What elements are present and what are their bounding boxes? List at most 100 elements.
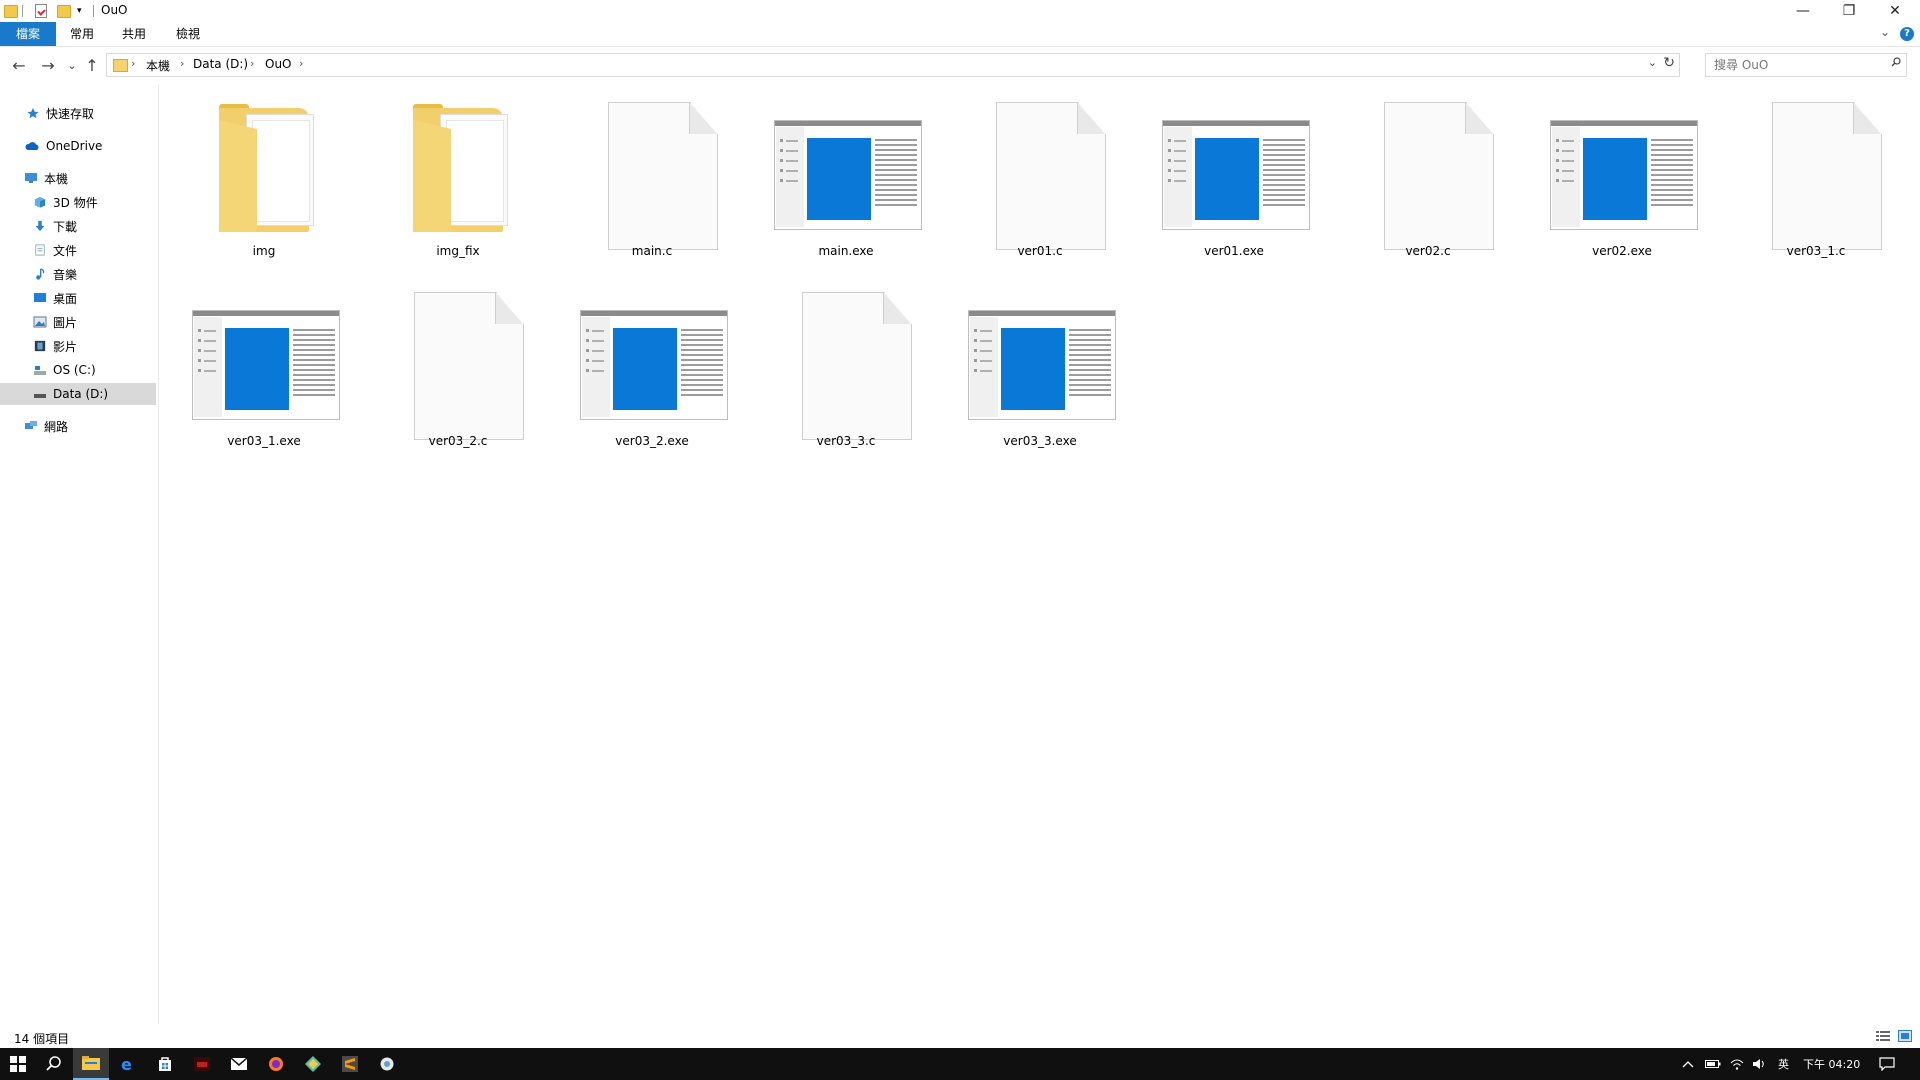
recent-locations-button[interactable]: ⌄ — [62, 55, 82, 75]
wifi-icon[interactable] — [1730, 1048, 1744, 1080]
folder-icon — [368, 84, 548, 234]
show-hidden-icons-icon[interactable] — [1682, 1048, 1694, 1080]
sidebar-item-this-pc[interactable]: 本機 — [0, 167, 156, 189]
file-item[interactable]: ver03_2.exe — [562, 274, 742, 454]
tab-view[interactable]: 檢視 — [164, 22, 212, 46]
search-box[interactable] — [1705, 53, 1907, 77]
sidebar-item-os-c[interactable]: OS (C:) — [0, 359, 156, 381]
close-button[interactable]: ✕ — [1872, 0, 1918, 22]
sidebar-item-label: OneDrive — [46, 139, 103, 153]
taskbar-app-misc[interactable] — [369, 1048, 405, 1080]
clock[interactable]: 下午 04:20 — [1803, 1048, 1860, 1080]
file-item[interactable]: ver02.exe — [1532, 84, 1712, 264]
forward-button[interactable]: → — [38, 55, 58, 75]
breadcrumb-chevron[interactable]: › — [131, 57, 135, 70]
file-item[interactable]: ver03_1.c — [1726, 84, 1906, 264]
input-method-indicator[interactable]: 英 — [1778, 1048, 1789, 1080]
app-misc-icon — [380, 1057, 394, 1071]
breadcrumb-chevron[interactable]: › — [299, 57, 303, 70]
file-name-label: main.exe — [818, 244, 874, 258]
sidebar-item-videos[interactable]: 影片 — [0, 335, 156, 357]
address-dropdown-icon[interactable]: ⌄ — [1648, 56, 1657, 69]
search-icon[interactable] — [1891, 57, 1901, 67]
item-count: 14 個項目 — [14, 1032, 70, 1046]
taskbar-search-button[interactable] — [36, 1048, 72, 1080]
file-name-label: ver01.c — [1017, 244, 1063, 258]
sidebar-item-documents[interactable]: 文件 — [0, 239, 156, 261]
breadcrumb-chevron[interactable]: › — [250, 57, 254, 70]
sidebar-item-music[interactable]: 音樂 — [0, 263, 156, 285]
new-folder-icon[interactable] — [57, 3, 71, 19]
taskbar-sublime[interactable] — [332, 1048, 368, 1080]
help-icon[interactable]: ? — [1900, 27, 1914, 41]
divider — [22, 5, 23, 17]
sidebar-item-label: OS (C:) — [53, 363, 96, 377]
tab-file[interactable]: 檔案 — [0, 22, 56, 46]
details-view-icon[interactable] — [1876, 1030, 1890, 1042]
file-item[interactable]: main.c — [562, 84, 742, 264]
large-icons-view-icon[interactable] — [1898, 1030, 1912, 1042]
sidebar-item-pictures[interactable]: 圖片 — [0, 311, 156, 333]
file-item[interactable]: ver01.exe — [1144, 84, 1324, 264]
file-item[interactable]: ver03_3.exe — [950, 274, 1130, 454]
sidebar-item-network[interactable]: 網路 — [0, 415, 156, 437]
breadcrumb-data-d[interactable]: Data (D:) — [193, 57, 248, 71]
sidebar-item-label: 網路 — [44, 419, 69, 434]
folder-icon[interactable] — [4, 3, 18, 19]
file-item[interactable]: img_fix — [368, 84, 548, 264]
sidebar-item-data-d[interactable]: Data (D:) — [0, 383, 156, 405]
volume-icon[interactable] — [1752, 1048, 1766, 1080]
sidebar-item-quick-access[interactable]: 快速存取 — [0, 102, 156, 124]
sidebar-item-label: 快速存取 — [46, 106, 95, 121]
breadcrumb-chevron[interactable]: › — [180, 57, 184, 70]
c-source-file-icon — [368, 274, 548, 440]
file-item[interactable]: main.exe — [756, 84, 936, 264]
video-icon — [34, 340, 46, 352]
taskbar-git[interactable] — [295, 1048, 331, 1080]
taskbar-mail[interactable] — [221, 1048, 257, 1080]
taskbar-edge[interactable]: e — [110, 1048, 146, 1080]
git-icon — [305, 1056, 321, 1072]
minimize-button[interactable]: — — [1780, 0, 1826, 22]
file-item[interactable]: ver03_1.exe — [174, 274, 354, 454]
application-icon — [174, 274, 354, 424]
refresh-icon[interactable]: ↻ — [1663, 55, 1675, 71]
search-input[interactable] — [1712, 54, 1886, 76]
file-item[interactable]: ver02.c — [1338, 84, 1518, 264]
application-icon — [1532, 84, 1712, 234]
customize-quick-access-icon[interactable]: ▾ — [77, 3, 82, 19]
file-item[interactable]: ver03_3.c — [756, 274, 936, 454]
sidebar-item-label: 影片 — [53, 339, 78, 354]
taskbar-app-red[interactable] — [184, 1048, 220, 1080]
address-bar[interactable]: › 本機 › Data (D:) › OuO › ⌄ ↻ — [106, 53, 1680, 77]
file-name-label: img_fix — [436, 244, 480, 258]
taskbar-file-explorer[interactable] — [73, 1048, 109, 1080]
action-center-icon[interactable] — [1879, 1048, 1895, 1080]
start-button[interactable] — [0, 1048, 36, 1080]
tab-share[interactable]: 共用 — [110, 22, 158, 46]
file-item[interactable]: img — [174, 84, 354, 264]
properties-icon[interactable] — [35, 3, 47, 19]
sidebar-item-onedrive[interactable]: OneDrive — [0, 135, 156, 157]
file-item[interactable]: ver03_2.c — [368, 274, 548, 454]
c-source-file-icon — [562, 84, 742, 250]
file-list-view[interactable]: img img_fix main.c main.exe ver01.c ver01.exe… — [160, 84, 1920, 1024]
restore-button[interactable]: ❐ — [1826, 0, 1872, 22]
tab-home[interactable]: 常用 — [58, 22, 106, 46]
breadcrumb-ouo[interactable]: OuO — [265, 57, 292, 71]
sidebar-item-desktop[interactable]: 桌面 — [0, 287, 156, 309]
taskbar-store[interactable] — [147, 1048, 183, 1080]
ribbon-tabs: 檔案 常用 共用 檢視 ⌄ ? — [0, 22, 1920, 47]
ribbon-collapse-icon[interactable]: ⌄ — [1880, 25, 1890, 39]
file-item[interactable]: ver01.c — [950, 84, 1130, 264]
breadcrumb-this-pc[interactable]: 本機 — [146, 57, 170, 74]
battery-icon[interactable] — [1705, 1048, 1721, 1080]
taskbar-firefox[interactable] — [258, 1048, 294, 1080]
sidebar-item-3d-objects[interactable]: 3D 物件 — [0, 191, 156, 213]
status-bar: 14 個項目 — [0, 1024, 1920, 1048]
sidebar-item-downloads[interactable]: 下載 — [0, 215, 156, 237]
back-button[interactable]: ← — [9, 55, 29, 75]
file-name-label: ver03_2.c — [428, 434, 488, 448]
sidebar-item-label: 文件 — [53, 243, 78, 258]
up-button[interactable]: ↑ — [82, 55, 102, 75]
